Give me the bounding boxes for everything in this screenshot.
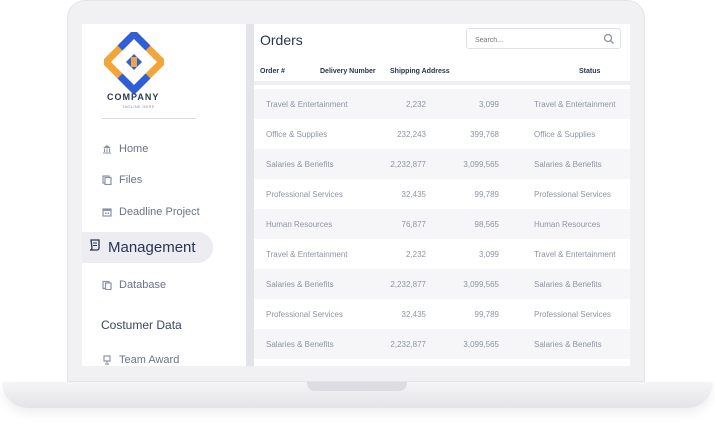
sidebar-item-files[interactable]: Files <box>102 174 142 186</box>
cell-shipping-address: 3,099,565 <box>463 340 499 349</box>
company-logo <box>104 32 164 94</box>
cell-shipping-address: 399,768 <box>470 130 499 139</box>
table-row[interactable]: Salaries & Benefits 2,232,877 3,099,565 Sal… <box>254 149 630 179</box>
cell-shipping-address: 3,099,565 <box>463 160 499 169</box>
bank-icon <box>102 144 112 154</box>
table-row[interactable]: Professional Services 32,435 99,789 Profess… <box>254 299 630 329</box>
column-header-order[interactable]: Order # <box>260 68 285 75</box>
cell-status: Travel & Entertainment <box>534 250 616 259</box>
cell-shipping-address: 98,565 <box>474 220 499 229</box>
cell-status: Salaries & Benefits <box>534 160 602 169</box>
cell-category: Human Resources <box>266 220 333 229</box>
sidebar-item-home[interactable]: Home <box>102 143 148 155</box>
cell-shipping-address: 3,099 <box>478 100 499 109</box>
files-icon <box>102 175 112 186</box>
cell-category: Salaries & Benefits <box>266 340 334 349</box>
sidebar-divider <box>102 118 196 119</box>
table-row[interactable]: Travel & Entertainment 2,232 3,099 Travel &… <box>254 89 630 119</box>
cell-status: Human Resources <box>534 220 601 229</box>
column-header-delivery-number[interactable]: Delivery Number <box>320 68 376 75</box>
search-input[interactable] <box>473 36 597 45</box>
cell-status: Professional Services <box>534 310 611 319</box>
cell-delivery-number: 32,435 <box>401 310 426 319</box>
cell-delivery-number: 232,243 <box>397 130 426 139</box>
cell-delivery-number: 2,232 <box>405 250 426 259</box>
cell-status: Travel & Entertainment <box>534 100 616 109</box>
cell-status: Professional Services <box>534 190 611 199</box>
search-icon[interactable] <box>603 32 615 50</box>
table-header: Order # Delivery Number Shipping Address… <box>254 64 630 82</box>
sidebar-scrollbar[interactable] <box>246 24 254 366</box>
cell-status: Office & Supplies <box>534 130 596 139</box>
cell-delivery-number: 32,435 <box>401 190 426 199</box>
cell-shipping-address: 3,099,565 <box>463 280 499 289</box>
cell-delivery-number: 2,232,877 <box>390 280 426 289</box>
cell-delivery-number: 2,232,877 <box>390 160 426 169</box>
search-box[interactable] <box>466 28 621 49</box>
cell-category: Travel & Entertainment <box>266 250 348 259</box>
orders-panel: Orders Order # Delivery Number Shipping … <box>254 24 630 366</box>
table-row[interactable]: Office & Supplies 232,243 399,768 Office & … <box>254 119 630 149</box>
header-divider <box>254 81 630 85</box>
table-row[interactable]: Salaries & Benefits 2,232,877 3,099,565 Sal… <box>254 329 630 359</box>
scroll-icon <box>88 238 102 257</box>
table-row[interactable]: Salaries & Benefits 2,232,877 3,099,565 Sal… <box>254 269 630 299</box>
sidebar-item-label: Deadline Project <box>119 206 200 218</box>
cell-category: Travel & Entertainment <box>266 100 348 109</box>
laptop-notch <box>307 382 407 391</box>
database-icon <box>102 280 112 291</box>
sidebar-item-label: Database <box>119 279 167 291</box>
column-header-status[interactable]: Status <box>579 68 600 75</box>
table-row[interactable]: Travel & Entertainment 2,232 3,099 Travel &… <box>254 239 630 269</box>
cell-delivery-number: 2,232 <box>405 100 426 109</box>
cell-delivery-number: 2,232,877 <box>390 340 426 349</box>
column-header-shipping-address[interactable]: Shipping Address <box>390 68 450 75</box>
page-title: Orders <box>260 32 303 48</box>
cell-delivery-number: 76,877 <box>401 220 426 229</box>
cell-category: Salaries & Benefits <box>266 280 334 289</box>
cell-status: Salaries & Benefits <box>534 280 602 289</box>
app-screen: COMPANY TAGLINE HERE Home Files Deadline… <box>82 24 630 366</box>
sidebar: COMPANY TAGLINE HERE Home Files Deadline… <box>82 24 246 366</box>
cell-category: Professional Services <box>266 190 343 199</box>
calendar-icon <box>102 207 112 217</box>
company-name: COMPANY <box>107 92 160 102</box>
sidebar-item-management[interactable]: Management <box>82 232 213 263</box>
sidebar-item-label: Management <box>108 239 196 256</box>
table-row[interactable]: Professional Services 32,435 99,789 Profess… <box>254 179 630 209</box>
cell-category: Professional Services <box>266 310 343 319</box>
sidebar-item-database[interactable]: Database <box>102 279 166 291</box>
sidebar-item-label: Home <box>119 143 149 155</box>
sidebar-item-label: Team Award <box>119 354 180 366</box>
cell-shipping-address: 3,099 <box>478 250 499 259</box>
cell-shipping-address: 99,789 <box>474 190 499 199</box>
award-icon <box>102 355 112 365</box>
costumer-data-heading: Costumer Data <box>101 318 182 332</box>
sidebar-item-label: Files <box>119 174 143 186</box>
table-row[interactable]: Human Resources 76,877 98,565 Human Resourc… <box>254 209 630 239</box>
sidebar-item-deadline-project[interactable]: Deadline Project <box>102 206 200 218</box>
cell-category: Salaries & Benefits <box>266 160 334 169</box>
company-tagline: TAGLINE HERE <box>122 104 155 109</box>
cell-category: Office & Supplies <box>266 130 328 139</box>
cell-status: Salaries & Benefits <box>534 340 602 349</box>
cell-shipping-address: 99,789 <box>474 310 499 319</box>
sidebar-item-team-award[interactable]: Team Award <box>102 354 179 366</box>
